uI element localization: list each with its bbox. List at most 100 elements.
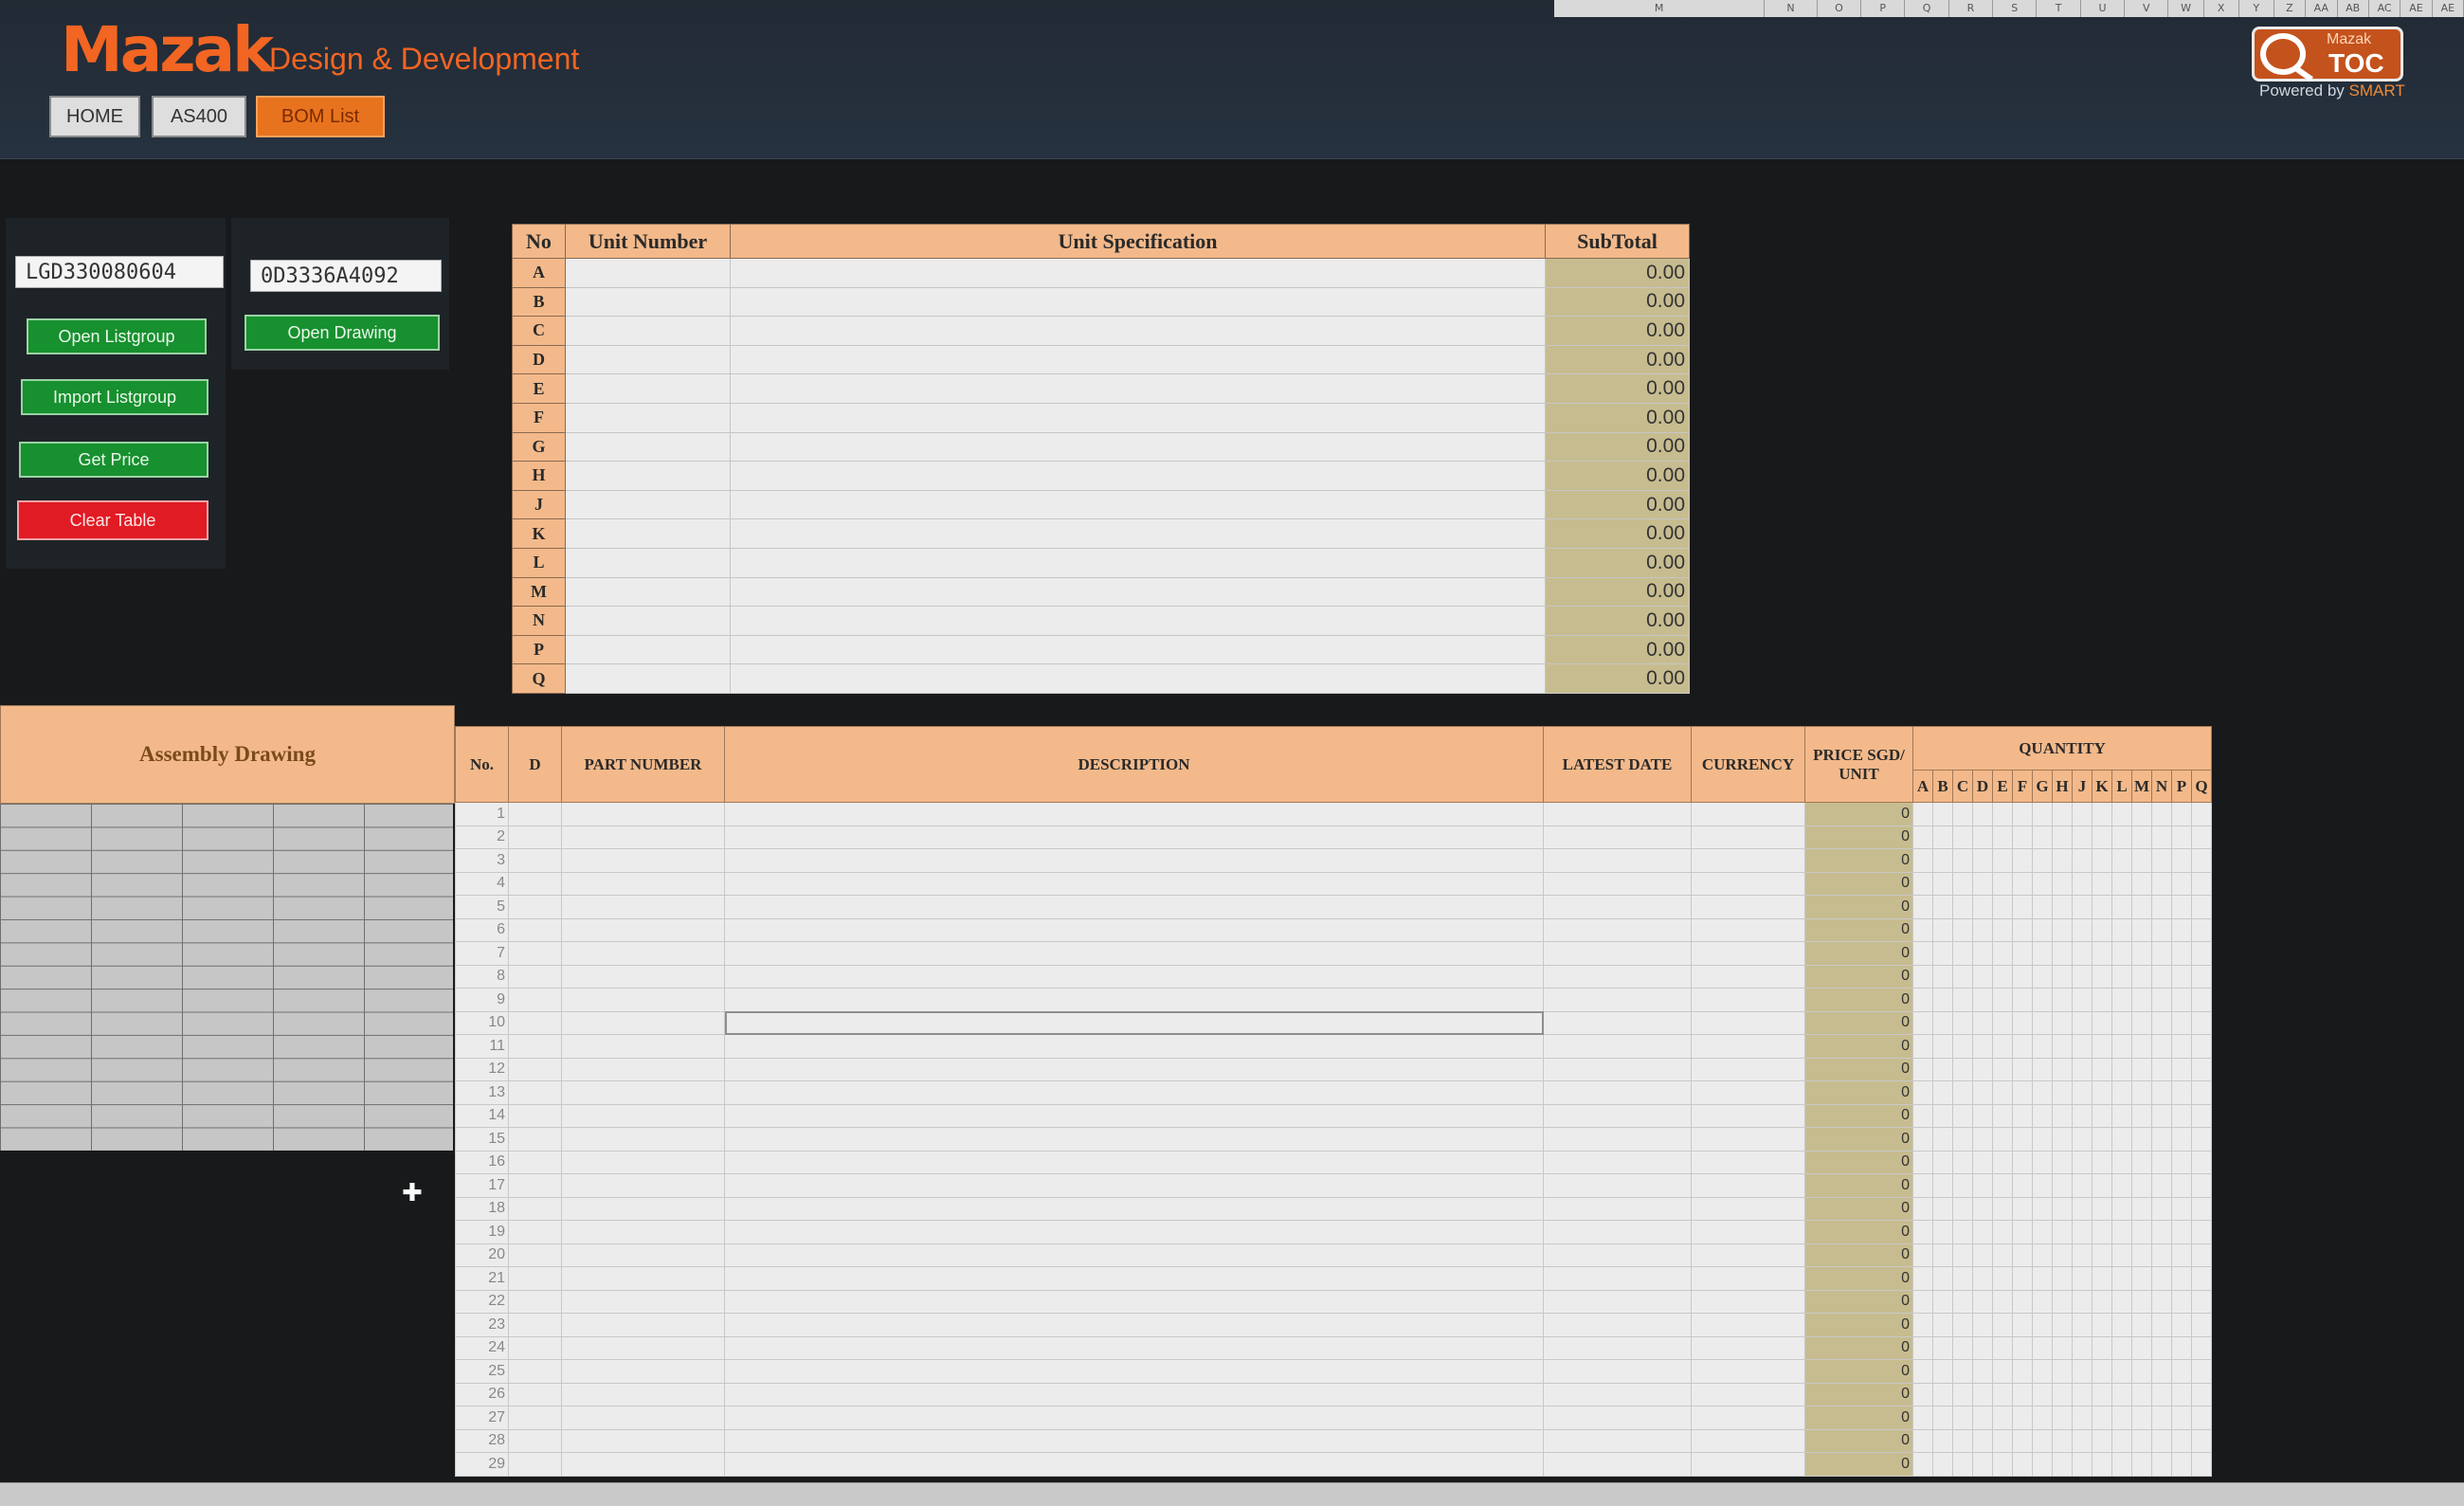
bom-quantity-cell[interactable] (1952, 1428, 1973, 1453)
bom-description-cell[interactable] (724, 802, 1544, 826)
bom-quantity-cell[interactable] (2111, 1335, 2132, 1360)
bom-quantity-cell[interactable] (2032, 917, 2053, 942)
bom-d-cell[interactable] (508, 1335, 562, 1360)
bom-description-cell[interactable] (724, 1080, 1544, 1105)
bom-currency-cell[interactable] (1691, 825, 1805, 849)
bom-quantity-cell[interactable] (1932, 1382, 1953, 1406)
bom-quantity-cell[interactable] (2151, 1243, 2172, 1267)
bom-part-number-cell[interactable] (561, 1266, 725, 1291)
bom-quantity-cell[interactable] (2131, 1243, 2152, 1267)
bom-currency-cell[interactable] (1691, 1452, 1805, 1477)
bom-part-number-cell[interactable] (561, 1150, 725, 1174)
bom-quantity-cell[interactable] (2191, 1010, 2212, 1035)
bom-quantity-cell[interactable] (1912, 1173, 1933, 1198)
bom-part-number-cell[interactable] (561, 802, 725, 826)
bom-quantity-cell[interactable] (2191, 1359, 2212, 1384)
bom-quantity-cell[interactable] (1952, 1289, 1973, 1314)
bom-quantity-cell[interactable] (2171, 1428, 2192, 1453)
bom-d-cell[interactable] (508, 825, 562, 849)
sheet-column-header[interactable]: AA (2306, 0, 2338, 17)
bom-quantity-cell[interactable] (2151, 941, 2172, 966)
bom-latest-date-cell[interactable] (1543, 895, 1692, 919)
unit-spec-cell[interactable] (730, 286, 1546, 318)
bom-quantity-cell[interactable] (2151, 871, 2172, 896)
unit-number-cell[interactable] (565, 344, 731, 375)
bom-quantity-cell[interactable] (2151, 1428, 2172, 1453)
bom-quantity-cell[interactable] (2191, 802, 2212, 826)
bom-currency-cell[interactable] (1691, 988, 1805, 1012)
bom-quantity-cell[interactable] (2012, 1452, 2033, 1477)
bom-quantity-cell[interactable] (1932, 1243, 1953, 1267)
bom-quantity-cell[interactable] (2131, 1313, 2152, 1337)
bom-quantity-cell[interactable] (2131, 1080, 2152, 1105)
bom-quantity-cell[interactable] (1952, 1452, 1973, 1477)
bom-quantity-cell[interactable] (2052, 1243, 2073, 1267)
unit-spec-cell[interactable] (730, 606, 1546, 636)
bom-quantity-cell[interactable] (2072, 917, 2093, 942)
bom-quantity-cell[interactable] (1972, 1220, 1993, 1244)
bom-quantity-cell[interactable] (2092, 1313, 2112, 1337)
bom-quantity-cell[interactable] (2191, 1266, 2212, 1291)
bom-quantity-cell[interactable] (2191, 988, 2212, 1012)
bom-quantity-cell[interactable] (2111, 1127, 2132, 1152)
bom-quantity-cell[interactable] (2012, 1196, 2033, 1221)
bom-quantity-cell[interactable] (2032, 1313, 2053, 1337)
bom-quantity-cell[interactable] (2111, 1406, 2132, 1430)
bom-quantity-cell[interactable] (2171, 1010, 2192, 1035)
bom-description-cell[interactable] (724, 1103, 1544, 1128)
bom-description-cell[interactable] (724, 1173, 1544, 1198)
bom-quantity-cell[interactable] (2092, 1057, 2112, 1081)
bom-currency-cell[interactable] (1691, 895, 1805, 919)
bom-description-cell[interactable] (724, 1428, 1544, 1453)
bom-quantity-cell[interactable] (2012, 941, 2033, 966)
bom-quantity-cell[interactable] (2171, 1057, 2192, 1081)
bom-d-cell[interactable] (508, 1359, 562, 1384)
bom-quantity-cell[interactable] (2171, 1080, 2192, 1105)
bom-quantity-cell[interactable] (1972, 1289, 1993, 1314)
bom-quantity-cell[interactable] (1912, 871, 1933, 896)
bom-quantity-cell[interactable] (2171, 1103, 2192, 1128)
bom-quantity-cell[interactable] (2092, 802, 2112, 826)
bom-quantity-cell[interactable] (2171, 1335, 2192, 1360)
sheet-column-header[interactable]: S (1993, 0, 2038, 17)
bom-description-cell[interactable] (724, 1313, 1544, 1337)
unit-spec-cell[interactable] (730, 373, 1546, 404)
sheet-column-header[interactable]: U (2081, 0, 2126, 17)
bom-description-cell[interactable] (724, 988, 1544, 1012)
bom-description-cell[interactable] (724, 848, 1544, 873)
bom-quantity-cell[interactable] (2052, 1220, 2073, 1244)
unit-number-cell[interactable] (565, 258, 731, 288)
bom-quantity-cell[interactable] (2151, 1127, 2172, 1152)
bom-quantity-cell[interactable] (2032, 1359, 2053, 1384)
bom-quantity-cell[interactable] (2032, 1452, 2053, 1477)
bom-quantity-cell[interactable] (2072, 802, 2093, 826)
bom-description-cell[interactable] (724, 1127, 1544, 1152)
bom-quantity-cell[interactable] (2131, 1382, 2152, 1406)
bom-d-cell[interactable] (508, 1103, 562, 1128)
bom-quantity-cell[interactable] (1932, 1034, 1953, 1059)
bom-quantity-cell[interactable] (2032, 1057, 2053, 1081)
bom-quantity-cell[interactable] (1992, 1382, 2013, 1406)
unit-spec-cell[interactable] (730, 461, 1546, 491)
bom-quantity-cell[interactable] (2072, 1150, 2093, 1174)
bom-quantity-cell[interactable] (2131, 1173, 2152, 1198)
bom-quantity-cell[interactable] (1992, 1196, 2013, 1221)
bom-quantity-cell[interactable] (2131, 1150, 2152, 1174)
bom-quantity-cell[interactable] (2171, 1266, 2192, 1291)
bom-latest-date-cell[interactable] (1543, 1196, 1692, 1221)
drawing-id-field[interactable]: 0D3336A4092 (250, 260, 442, 292)
sheet-column-header[interactable]: M (1554, 0, 1766, 17)
bom-quantity-cell[interactable] (2052, 1335, 2073, 1360)
bom-latest-date-cell[interactable] (1543, 1220, 1692, 1244)
bom-quantity-cell[interactable] (2171, 825, 2192, 849)
bom-quantity-cell[interactable] (2131, 1127, 2152, 1152)
bom-quantity-cell[interactable] (1972, 988, 1993, 1012)
unit-number-cell[interactable] (565, 606, 731, 636)
bom-quantity-cell[interactable] (1972, 825, 1993, 849)
bom-quantity-cell[interactable] (2052, 825, 2073, 849)
bom-quantity-cell[interactable] (2072, 1103, 2093, 1128)
bom-quantity-cell[interactable] (1952, 917, 1973, 942)
bom-quantity-cell[interactable] (2131, 964, 2152, 989)
bom-quantity-cell[interactable] (1912, 802, 1933, 826)
bom-quantity-cell[interactable] (2072, 848, 2093, 873)
